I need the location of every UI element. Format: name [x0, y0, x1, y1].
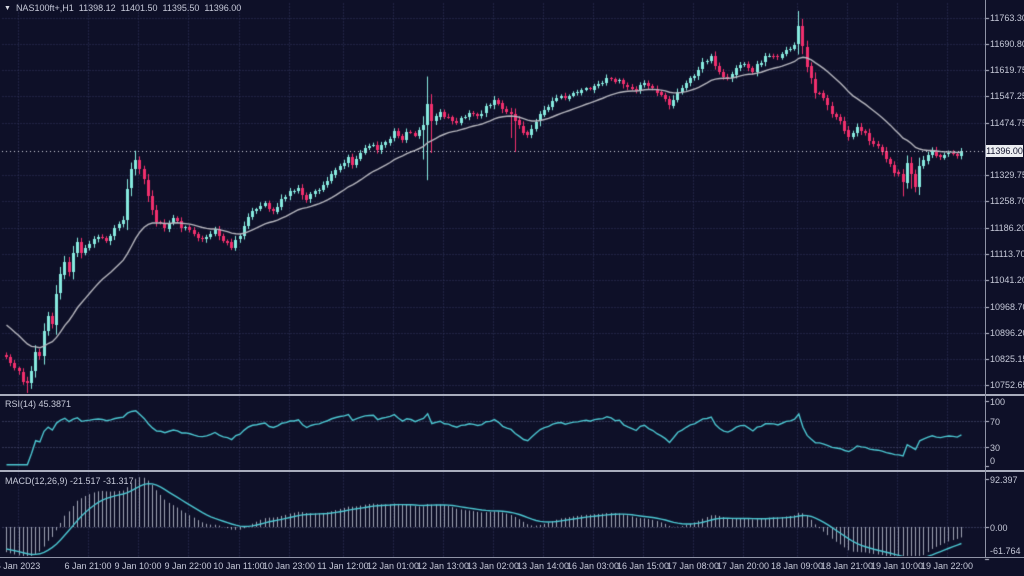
- price-axis-label: 11474.75: [990, 118, 1024, 128]
- price-axis-label: 10752.65: [990, 380, 1024, 390]
- chart-plot-canvas[interactable]: [0, 0, 1024, 576]
- rsi-axis-label: 70: [990, 417, 1000, 427]
- price-axis-label: 11258.70: [990, 196, 1024, 206]
- time-axis-label: 6 Jan 21:00: [64, 561, 111, 571]
- time-axis-label: 11 Jan 12:00: [317, 561, 368, 571]
- time-axis-label: 13 Jan 02:00: [467, 561, 519, 571]
- panel-separator-rsi-macd[interactable]: [0, 470, 1024, 472]
- time-axis-label: 13 Jan 14:00: [517, 561, 569, 571]
- price-axis-label: 11041.20: [990, 275, 1024, 285]
- time-axis-label: 10 Jan 11:00: [213, 561, 264, 571]
- price-axis-label: 11763.30: [990, 13, 1024, 23]
- price-axis-label: 11547.25: [990, 91, 1024, 101]
- price-axis-label: 10968.70: [990, 302, 1024, 312]
- time-axis-label: 12 Jan 13:00: [417, 561, 469, 571]
- time-axis-label: 16 Jan 03:00: [567, 561, 619, 571]
- time-axis-label: 18 Jan 21:00: [821, 561, 873, 571]
- price-axis-label: 11113.70: [990, 249, 1024, 259]
- time-axis[interactable]: 6 Jan 2023 6 Jan 21:009 Jan 10:009 Jan 22…: [0, 558, 1024, 576]
- price-axis-label: 11186.20: [990, 223, 1024, 233]
- time-axis-label: 18 Jan 09:00: [771, 561, 823, 571]
- time-axis-label: 17 Jan 20:00: [717, 561, 769, 571]
- bar-high-value: 11401.50: [121, 3, 158, 13]
- current-price-tag: 11396.00: [986, 145, 1023, 157]
- rsi-axis-label: 0: [990, 456, 995, 466]
- time-axis-label: 9 Jan 22:00: [164, 561, 211, 571]
- panel-separator-main-rsi[interactable]: [0, 394, 1024, 396]
- macd-axis-label: 92.397: [990, 475, 1018, 485]
- macd-axis-label: -61.764: [990, 546, 1021, 556]
- trading-chart-window: ▼ NAS100ft+,H1 11398.12 11401.50 11395.5…: [0, 0, 1024, 576]
- price-axis-label: 10825.15: [990, 354, 1024, 364]
- chart-ohlc-header: ▼ NAS100ft+,H1 11398.12 11401.50 11395.5…: [4, 3, 241, 13]
- rsi-axis-label: 30: [990, 443, 1000, 453]
- price-axis-label: 11329.75: [990, 170, 1024, 180]
- bar-open-value: 11398.12: [79, 3, 116, 13]
- bar-low-value: 11395.50: [162, 3, 199, 13]
- time-axis-label: 17 Jan 08:00: [667, 561, 719, 571]
- symbol-and-timeframe: NAS100ft+,H1: [16, 3, 74, 13]
- price-axis[interactable]: 11763.30 11690.80 11619.75 11547.25 11474.75…: [986, 0, 1024, 557]
- price-axis-label: 11619.75: [990, 65, 1024, 75]
- macd-axis-label: 0.00: [990, 523, 1008, 533]
- rsi-indicator-label: RSI(14) 45.3871: [5, 399, 71, 409]
- bar-close-value: 11396.00: [204, 3, 241, 13]
- macd-indicator-label: MACD(12,26,9) -21.517 -31.317: [5, 476, 134, 486]
- symbol-dropdown-icon[interactable]: ▼: [4, 5, 11, 12]
- price-axis-label: 11690.80: [990, 39, 1024, 49]
- time-axis-label: 9 Jan 10:00: [114, 561, 161, 571]
- time-axis-label: 16 Jan 15:00: [617, 561, 669, 571]
- time-axis-label: 19 Jan 10:00: [871, 561, 923, 571]
- time-axis-label: 12 Jan 01:00: [367, 561, 419, 571]
- time-axis-label: 6 Jan 2023: [0, 561, 40, 571]
- price-axis-label: 10896.20: [990, 328, 1024, 338]
- rsi-axis-label: 100: [990, 397, 1005, 407]
- time-axis-label: 10 Jan 23:00: [263, 561, 315, 571]
- time-axis-label: 19 Jan 22:00: [921, 561, 973, 571]
